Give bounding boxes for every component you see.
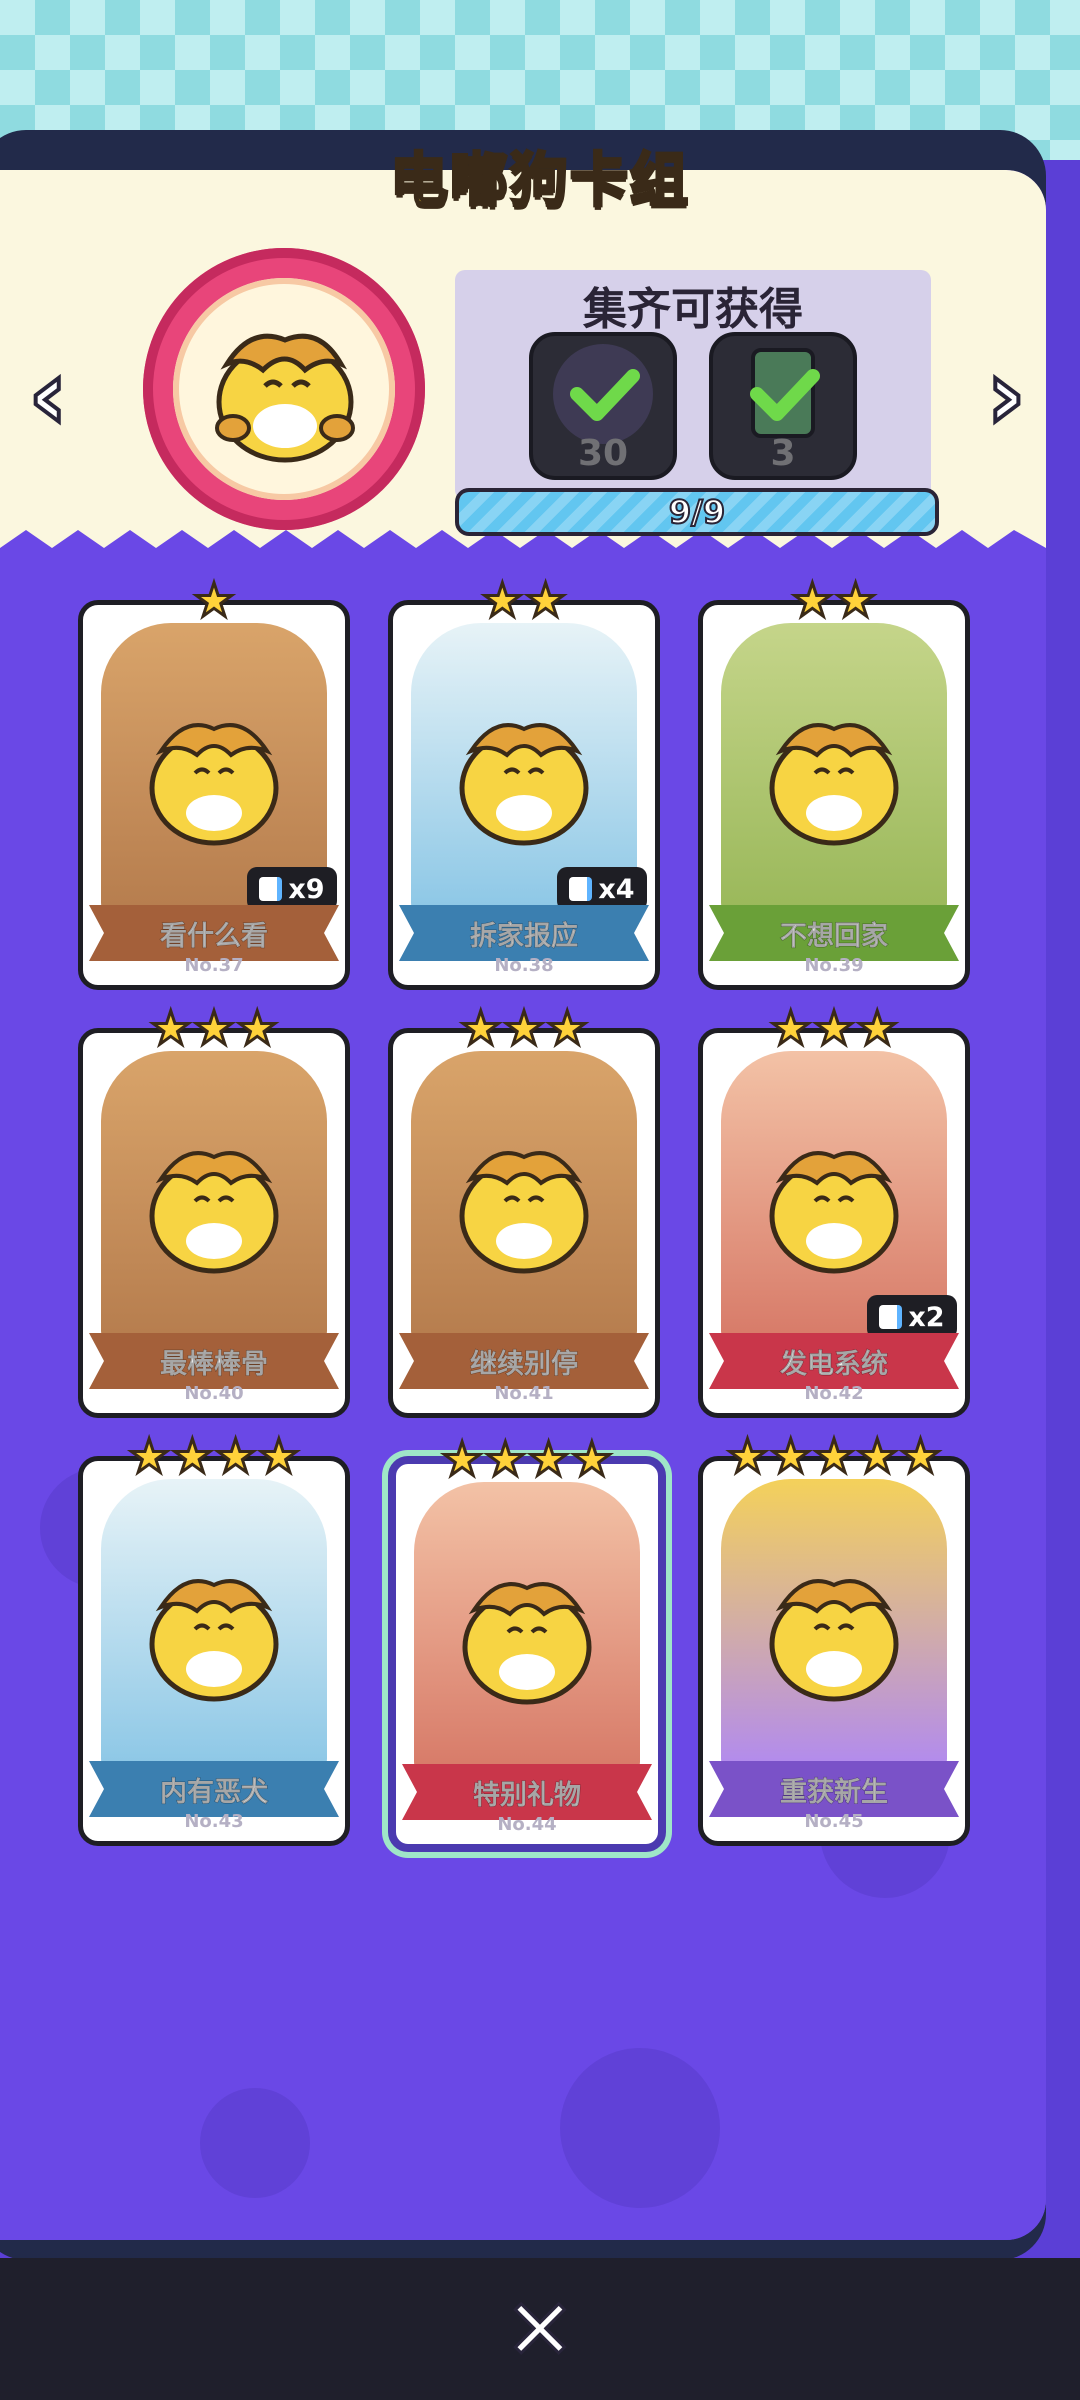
card-artwork [414,1482,640,1772]
star-icon: ★ [483,1432,527,1486]
card-icon [569,877,593,901]
duplicate-count: x2 [908,1301,945,1333]
star-icon: ★ [213,1429,257,1483]
card-rarity-stars: ★ ★ ★ [83,1001,345,1055]
reward-item-card-pack[interactable]: 3 [709,332,857,480]
card-item[interactable]: ★ x9 看什么看 No.37 [78,576,350,990]
card-number: No.42 [804,1383,864,1404]
star-icon: ★ [812,1429,856,1483]
duplicate-count: x4 [598,873,635,905]
card-name: 特别礼物 [402,1764,652,1820]
card-number: No.44 [497,1814,557,1835]
rewards-title: 集齐可获得 [583,284,803,335]
star-icon: ★ [170,1429,214,1483]
card-rarity-stars: ★ ★ ★ [703,1001,965,1055]
duplicate-count-badge: x4 [557,867,647,911]
previous-set-button[interactable]: ‹ [8,337,88,453]
card-number: No.41 [494,1383,554,1404]
star-icon: ★ [127,1429,171,1483]
card-name: 继续别停 [399,1333,649,1389]
set-badge [143,248,425,530]
page-title: 电嘟狗卡组 [388,145,690,216]
chevron-left-icon: ‹ [26,337,70,453]
star-icon: ★ [192,1001,236,1055]
card-artwork [721,623,947,913]
card-number: No.45 [804,1811,864,1832]
card-rarity-stars: ★ ★ [393,573,655,627]
card-number: No.39 [804,955,864,976]
reward-count: 30 [577,433,629,474]
star-icon: ★ [440,1432,484,1486]
card-item[interactable]: ★ ★ ★ ★ ★ 重获新生 No.45 [698,1432,970,1846]
card-name: 不想回家 [709,905,959,961]
collection-progress-bar: 9/9 [455,488,939,536]
star-icon: ★ [725,1429,769,1483]
star-icon: ★ [545,1001,589,1055]
duplicate-count-badge: x9 [247,867,337,911]
card-number: No.43 [184,1811,244,1832]
card-artwork [101,1479,327,1769]
card-item[interactable]: ★ ★ ★ ★ 内有恶犬 No.43 [78,1432,350,1846]
star-icon: ★ [898,1429,942,1483]
card-name: 最棒棒骨 [89,1333,339,1389]
card-rarity-stars: ★ ★ ★ ★ [396,1432,658,1486]
card-rarity-stars: ★ ★ ★ [393,1001,655,1055]
card-number: No.40 [184,1383,244,1404]
card-number: No.38 [494,955,554,976]
card-item[interactable]: ★ ★ ★ x2 发电系统 No.42 [698,1004,970,1418]
star-icon: ★ [526,1432,570,1486]
star-icon: ★ [570,1432,614,1486]
card-name: 发电系统 [709,1333,959,1389]
close-button[interactable]: ✕ [500,2280,580,2381]
card-name: 拆家报应 [399,905,649,961]
card-icon [879,1305,903,1329]
star-icon: ★ [459,1001,503,1055]
card-name: 内有恶犬 [89,1761,339,1817]
card-artwork [101,1051,327,1341]
reward-item-avatar-frame[interactable]: 30 [529,332,677,480]
star-icon: ★ [769,1001,813,1055]
duplicate-count-badge: x2 [867,1295,957,1339]
card-rarity-stars: ★ ★ [703,573,965,627]
zigzag-divider [0,530,1046,570]
progress-text: 9/9 [668,492,726,532]
card-item[interactable]: ★ ★ ★ ★ 特别礼物 No.44 [388,1435,666,1852]
card-number: No.37 [184,955,244,976]
star-icon: ★ [480,573,524,627]
card-item[interactable]: ★ ★ ★ 最棒棒骨 No.40 [78,1004,350,1418]
set-badge-inner [173,278,395,500]
duplicate-count: x9 [288,873,325,905]
card-name: 看什么看 [89,905,339,961]
dog-mascot-icon [215,333,355,463]
star-icon: ★ [257,1429,301,1483]
star-icon: ★ [235,1001,279,1055]
chevron-right-icon: › [984,337,1028,453]
set-rewards-box: 集齐可获得 30 3 [455,270,931,500]
close-icon: ✕ [503,2280,576,2381]
star-icon: ★ [790,573,834,627]
card-artwork [721,1479,947,1769]
star-icon: ★ [833,573,877,627]
card-name: 重获新生 [709,1761,959,1817]
card-item[interactable]: ★ ★ 不想回家 No.39 [698,576,970,990]
card-rarity-stars: ★ ★ ★ ★ ★ [703,1429,965,1483]
reward-count: 3 [770,433,796,474]
star-icon: ★ [149,1001,193,1055]
star-icon: ★ [192,573,236,627]
star-icon: ★ [523,573,567,627]
star-icon: ★ [502,1001,546,1055]
star-icon: ★ [812,1001,856,1055]
card-artwork [411,1051,637,1341]
card-rarity-stars: ★ ★ ★ ★ [83,1429,345,1483]
star-icon: ★ [855,1429,899,1483]
card-item[interactable]: ★ ★ x4 拆家报应 No.38 [388,576,660,990]
card-item[interactable]: ★ ★ ★ 继续别停 No.41 [388,1004,660,1418]
card-rarity-stars: ★ [83,573,345,627]
star-icon: ★ [769,1429,813,1483]
card-icon [259,877,283,901]
star-icon: ★ [855,1001,899,1055]
next-set-button[interactable]: › [966,337,1046,453]
